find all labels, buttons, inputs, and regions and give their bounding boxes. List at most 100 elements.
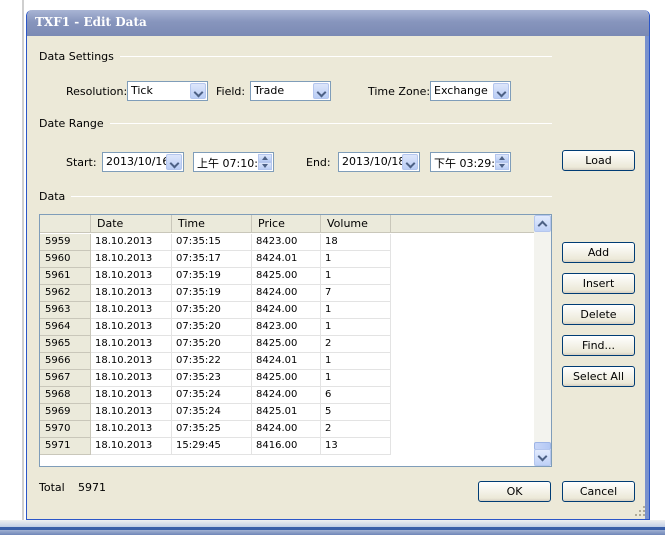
- cell-price[interactable]: 8425.00: [252, 336, 321, 353]
- add-button[interactable]: Add: [562, 242, 635, 263]
- table-row[interactable]: 5960 18.10.2013 07:35:17 8424.01 1: [40, 251, 534, 268]
- cell-date[interactable]: 18.10.2013: [91, 404, 172, 421]
- chevron-down-icon[interactable]: [493, 83, 509, 99]
- cell-volume[interactable]: 1: [321, 302, 391, 319]
- cell-time[interactable]: 07:35:22: [172, 353, 252, 370]
- cell-price[interactable]: 8424.00: [252, 285, 321, 302]
- title-bar[interactable]: TXF1 - Edit Data: [27, 10, 649, 36]
- chevron-down-icon[interactable]: [313, 83, 329, 99]
- cell-date[interactable]: 18.10.2013: [91, 336, 172, 353]
- cell-date[interactable]: 18.10.2013: [91, 251, 172, 268]
- cell-price[interactable]: 8424.00: [252, 421, 321, 438]
- cell-time[interactable]: 07:35:17: [172, 251, 252, 268]
- cell-volume[interactable]: 13: [321, 438, 391, 455]
- column-header-volume[interactable]: Volume: [321, 215, 391, 233]
- row-number[interactable]: 5971: [40, 438, 91, 455]
- cell-volume[interactable]: 18: [321, 234, 391, 251]
- cell-date[interactable]: 18.10.2013: [91, 268, 172, 285]
- row-number[interactable]: 5964: [40, 319, 91, 336]
- cell-time[interactable]: 15:29:45: [172, 438, 252, 455]
- end-date-picker[interactable]: 2013/10/18: [338, 152, 420, 172]
- chevron-down-icon[interactable]: [190, 83, 206, 99]
- column-header-price[interactable]: Price: [252, 215, 321, 233]
- table-row[interactable]: 5970 18.10.2013 07:35:25 8424.00 2: [40, 421, 534, 438]
- cell-volume[interactable]: 6: [321, 387, 391, 404]
- cell-volume[interactable]: 2: [321, 421, 391, 438]
- cell-price[interactable]: 8424.00: [252, 387, 321, 404]
- delete-button[interactable]: Delete: [562, 304, 635, 325]
- cell-time[interactable]: 07:35:24: [172, 404, 252, 421]
- table-row[interactable]: 5969 18.10.2013 07:35:24 8425.01 5: [40, 404, 534, 421]
- table-row[interactable]: 5959 18.10.2013 07:35:15 8423.00 18: [40, 234, 534, 251]
- row-number[interactable]: 5960: [40, 251, 91, 268]
- cell-volume[interactable]: 1: [321, 268, 391, 285]
- select-all-button[interactable]: Select All: [562, 366, 635, 387]
- row-number[interactable]: 5965: [40, 336, 91, 353]
- row-number[interactable]: 5969: [40, 404, 91, 421]
- table-row[interactable]: 5967 18.10.2013 07:35:23 8425.00 1: [40, 370, 534, 387]
- spin-up-icon[interactable]: [258, 154, 272, 162]
- data-table[interactable]: Date Time Price Volume 5959 18.10.2013 07:…: [39, 214, 552, 467]
- cell-date[interactable]: 18.10.2013: [91, 421, 172, 438]
- timezone-select[interactable]: Exchange: [430, 81, 511, 101]
- field-select[interactable]: Trade: [250, 81, 331, 101]
- cell-price[interactable]: 8416.00: [252, 438, 321, 455]
- cell-time[interactable]: 07:35:19: [172, 268, 252, 285]
- scroll-down-icon[interactable]: [534, 449, 551, 466]
- table-row[interactable]: 5963 18.10.2013 07:35:20 8424.00 1: [40, 302, 534, 319]
- table-row[interactable]: 5961 18.10.2013 07:35:19 8425.00 1: [40, 268, 534, 285]
- resolution-select[interactable]: Tick: [127, 81, 208, 101]
- cell-volume[interactable]: 7: [321, 285, 391, 302]
- column-header-time[interactable]: Time: [172, 215, 252, 233]
- cell-date[interactable]: 18.10.2013: [91, 387, 172, 404]
- spin-up-icon[interactable]: [495, 154, 509, 162]
- cell-date[interactable]: 18.10.2013: [91, 370, 172, 387]
- vertical-scrollbar[interactable]: [534, 215, 551, 466]
- cell-time[interactable]: 07:35:20: [172, 319, 252, 336]
- cell-time[interactable]: 07:35:20: [172, 336, 252, 353]
- cell-volume[interactable]: 1: [321, 251, 391, 268]
- chevron-down-icon[interactable]: [402, 154, 418, 170]
- cell-price[interactable]: 8423.00: [252, 319, 321, 336]
- cancel-button[interactable]: Cancel: [562, 481, 635, 502]
- table-row[interactable]: 5964 18.10.2013 07:35:20 8423.00 1: [40, 319, 534, 336]
- spin-down-icon[interactable]: [495, 162, 509, 170]
- table-row[interactable]: 5962 18.10.2013 07:35:19 8424.00 7: [40, 285, 534, 302]
- cell-price[interactable]: 8424.01: [252, 251, 321, 268]
- cell-date[interactable]: 18.10.2013: [91, 302, 172, 319]
- cell-time[interactable]: 07:35:25: [172, 421, 252, 438]
- cell-price[interactable]: 8425.00: [252, 268, 321, 285]
- insert-button[interactable]: Insert: [562, 273, 635, 294]
- cell-price[interactable]: 8423.00: [252, 234, 321, 251]
- end-time-input[interactable]: 下午 03:29:: [430, 152, 511, 172]
- table-row[interactable]: 5971 18.10.2013 15:29:45 8416.00 13: [40, 438, 534, 455]
- row-number[interactable]: 5966: [40, 353, 91, 370]
- table-row[interactable]: 5965 18.10.2013 07:35:20 8425.00 2: [40, 336, 534, 353]
- row-number[interactable]: 5968: [40, 387, 91, 404]
- find-button[interactable]: Find...: [562, 335, 635, 356]
- row-number[interactable]: 5962: [40, 285, 91, 302]
- row-number[interactable]: 5963: [40, 302, 91, 319]
- ok-button[interactable]: OK: [478, 481, 551, 502]
- column-header-date[interactable]: Date: [91, 215, 172, 233]
- cell-price[interactable]: 8425.00: [252, 370, 321, 387]
- cell-date[interactable]: 18.10.2013: [91, 285, 172, 302]
- table-row[interactable]: 5966 18.10.2013 07:35:22 8424.01 1: [40, 353, 534, 370]
- cell-time[interactable]: 07:35:15: [172, 234, 252, 251]
- cell-volume[interactable]: 5: [321, 404, 391, 421]
- cell-volume[interactable]: 1: [321, 353, 391, 370]
- cell-date[interactable]: 18.10.2013: [91, 234, 172, 251]
- cell-volume[interactable]: 2: [321, 336, 391, 353]
- start-time-input[interactable]: 上午 07:10:: [193, 152, 274, 172]
- cell-date[interactable]: 18.10.2013: [91, 319, 172, 336]
- load-button[interactable]: Load: [562, 150, 635, 171]
- row-number[interactable]: 5959: [40, 234, 91, 251]
- row-number[interactable]: 5961: [40, 268, 91, 285]
- cell-time[interactable]: 07:35:19: [172, 285, 252, 302]
- cell-price[interactable]: 8424.01: [252, 353, 321, 370]
- row-number[interactable]: 5967: [40, 370, 91, 387]
- chevron-down-icon[interactable]: [166, 154, 182, 170]
- cell-price[interactable]: 8425.01: [252, 404, 321, 421]
- cell-date[interactable]: 18.10.2013: [91, 353, 172, 370]
- cell-volume[interactable]: 1: [321, 370, 391, 387]
